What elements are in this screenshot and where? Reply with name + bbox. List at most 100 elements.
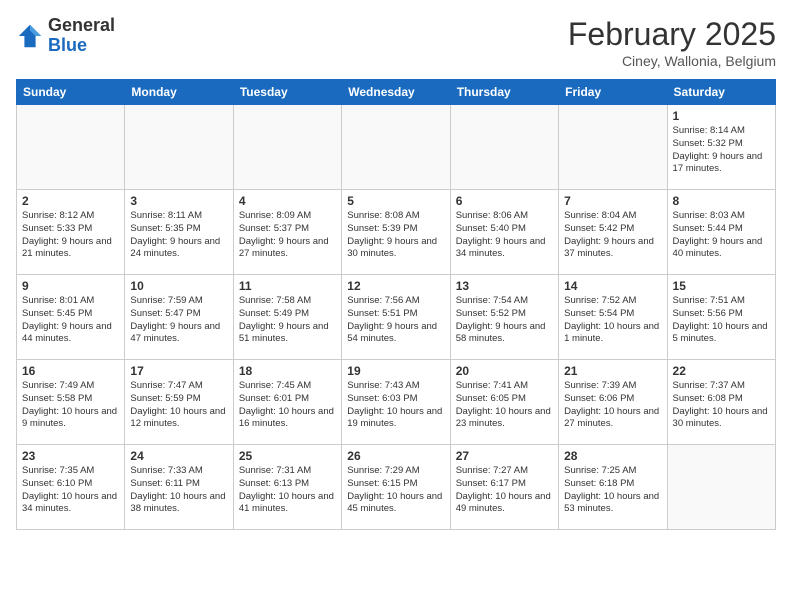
day-info: Sunrise: 7:27 AM Sunset: 6:17 PM Dayligh…	[456, 465, 553, 516]
weekday-header-tuesday: Tuesday	[233, 80, 341, 105]
day-number: 24	[130, 449, 227, 463]
calendar-cell: 23 Sunrise: 7:35 AM Sunset: 6:10 PM Dayli…	[17, 445, 125, 530]
day-info: Sunrise: 7:25 AM Sunset: 6:18 PM Dayligh…	[564, 465, 661, 516]
calendar-cell	[17, 105, 125, 190]
day-info: Sunrise: 7:41 AM Sunset: 6:05 PM Dayligh…	[456, 380, 553, 431]
day-info: Sunrise: 7:49 AM Sunset: 5:58 PM Dayligh…	[22, 380, 119, 431]
day-number: 11	[239, 279, 336, 293]
weekday-header-sunday: Sunday	[17, 80, 125, 105]
day-info: Sunrise: 7:58 AM Sunset: 5:49 PM Dayligh…	[239, 295, 336, 346]
day-number: 18	[239, 364, 336, 378]
calendar-cell: 28 Sunrise: 7:25 AM Sunset: 6:18 PM Dayli…	[559, 445, 667, 530]
calendar-cell: 2 Sunrise: 8:12 AM Sunset: 5:33 PM Daylig…	[17, 190, 125, 275]
day-number: 27	[456, 449, 553, 463]
logo-general-text: General	[48, 16, 115, 36]
calendar-cell: 18 Sunrise: 7:45 AM Sunset: 6:01 PM Dayli…	[233, 360, 341, 445]
day-info: Sunrise: 7:45 AM Sunset: 6:01 PM Dayligh…	[239, 380, 336, 431]
day-info: Sunrise: 7:33 AM Sunset: 6:11 PM Dayligh…	[130, 465, 227, 516]
calendar-cell: 26 Sunrise: 7:29 AM Sunset: 6:15 PM Dayli…	[342, 445, 450, 530]
location-text: Ciney, Wallonia, Belgium	[568, 53, 776, 69]
title-block: February 2025 Ciney, Wallonia, Belgium	[568, 16, 776, 69]
logo-text: General Blue	[48, 16, 115, 56]
weekday-header-wednesday: Wednesday	[342, 80, 450, 105]
day-info: Sunrise: 8:09 AM Sunset: 5:37 PM Dayligh…	[239, 210, 336, 261]
calendar-cell: 3Sunrise: 8:11 AM Sunset: 5:35 PM Daylig…	[125, 190, 233, 275]
logo-blue-text: Blue	[48, 36, 115, 56]
day-number: 15	[673, 279, 770, 293]
weekday-header-thursday: Thursday	[450, 80, 558, 105]
calendar-cell: 11 Sunrise: 7:58 AM Sunset: 5:49 PM Dayli…	[233, 275, 341, 360]
calendar-cell: 14 Sunrise: 7:52 AM Sunset: 5:54 PM Dayli…	[559, 275, 667, 360]
day-number: 1	[673, 109, 770, 123]
day-info: Sunrise: 8:06 AM Sunset: 5:40 PM Dayligh…	[456, 210, 553, 261]
logo-icon	[16, 22, 44, 50]
day-number: 20	[456, 364, 553, 378]
day-number: 25	[239, 449, 336, 463]
day-number: 14	[564, 279, 661, 293]
day-info: Sunrise: 7:37 AM Sunset: 6:08 PM Dayligh…	[673, 380, 770, 431]
day-number: 5	[347, 194, 444, 208]
page-header: General Blue February 2025 Ciney, Wallon…	[16, 16, 776, 69]
day-info: Sunrise: 7:39 AM Sunset: 6:06 PM Dayligh…	[564, 380, 661, 431]
weekday-header-monday: Monday	[125, 80, 233, 105]
day-info: Sunrise: 7:35 AM Sunset: 6:10 PM Dayligh…	[22, 465, 119, 516]
day-number: 19	[347, 364, 444, 378]
calendar-cell	[559, 105, 667, 190]
weekday-header-row: SundayMondayTuesdayWednesdayThursdayFrid…	[17, 80, 776, 105]
day-info: Sunrise: 7:59 AM Sunset: 5:47 PM Dayligh…	[130, 295, 227, 346]
day-number: 6	[456, 194, 553, 208]
day-info: Sunrise: 7:31 AM Sunset: 6:13 PM Dayligh…	[239, 465, 336, 516]
day-number: 17	[130, 364, 227, 378]
day-number: 10	[130, 279, 227, 293]
day-info: Sunrise: 7:29 AM Sunset: 6:15 PM Dayligh…	[347, 465, 444, 516]
day-info: Sunrise: 8:03 AM Sunset: 5:44 PM Dayligh…	[673, 210, 770, 261]
day-info: Sunrise: 7:47 AM Sunset: 5:59 PM Dayligh…	[130, 380, 227, 431]
calendar-cell	[667, 445, 775, 530]
calendar-cell: 17 Sunrise: 7:47 AM Sunset: 5:59 PM Dayli…	[125, 360, 233, 445]
calendar-cell	[342, 105, 450, 190]
day-number: 8	[673, 194, 770, 208]
calendar-cell: 6 Sunrise: 8:06 AM Sunset: 5:40 PM Daylig…	[450, 190, 558, 275]
week-row-1: 1 Sunrise: 8:14 AM Sunset: 5:32 PM Daylig…	[17, 105, 776, 190]
day-number: 22	[673, 364, 770, 378]
calendar-cell: 25 Sunrise: 7:31 AM Sunset: 6:13 PM Dayli…	[233, 445, 341, 530]
day-info: Sunrise: 8:12 AM Sunset: 5:33 PM Dayligh…	[22, 210, 119, 261]
calendar-cell: 5 Sunrise: 8:08 AM Sunset: 5:39 PM Daylig…	[342, 190, 450, 275]
day-info: Sunrise: 8:14 AM Sunset: 5:32 PM Dayligh…	[673, 125, 770, 176]
day-number: 28	[564, 449, 661, 463]
calendar-table: SundayMondayTuesdayWednesdayThursdayFrid…	[16, 79, 776, 530]
week-row-4: 16 Sunrise: 7:49 AM Sunset: 5:58 PM Dayli…	[17, 360, 776, 445]
week-row-2: 2 Sunrise: 8:12 AM Sunset: 5:33 PM Daylig…	[17, 190, 776, 275]
day-info: Sunrise: 7:54 AM Sunset: 5:52 PM Dayligh…	[456, 295, 553, 346]
calendar-cell: 7Sunrise: 8:04 AM Sunset: 5:42 PM Daylig…	[559, 190, 667, 275]
week-row-5: 23 Sunrise: 7:35 AM Sunset: 6:10 PM Dayli…	[17, 445, 776, 530]
day-info: Sunrise: 8:04 AM Sunset: 5:42 PM Dayligh…	[564, 210, 661, 261]
calendar-cell	[233, 105, 341, 190]
calendar-cell	[450, 105, 558, 190]
day-number: 26	[347, 449, 444, 463]
month-title: February 2025	[568, 16, 776, 53]
calendar-cell: 24 Sunrise: 7:33 AM Sunset: 6:11 PM Dayli…	[125, 445, 233, 530]
logo: General Blue	[16, 16, 115, 56]
day-number: 13	[456, 279, 553, 293]
calendar-cell: 8 Sunrise: 8:03 AM Sunset: 5:44 PM Daylig…	[667, 190, 775, 275]
day-info: Sunrise: 8:11 AM Sunset: 5:35 PM Dayligh…	[130, 210, 227, 261]
calendar-cell: 12Sunrise: 7:56 AM Sunset: 5:51 PM Dayli…	[342, 275, 450, 360]
day-info: Sunrise: 8:08 AM Sunset: 5:39 PM Dayligh…	[347, 210, 444, 261]
weekday-header-friday: Friday	[559, 80, 667, 105]
day-number: 12	[347, 279, 444, 293]
calendar-cell: 13 Sunrise: 7:54 AM Sunset: 5:52 PM Dayli…	[450, 275, 558, 360]
calendar-cell: 4 Sunrise: 8:09 AM Sunset: 5:37 PM Daylig…	[233, 190, 341, 275]
calendar-cell: 22 Sunrise: 7:37 AM Sunset: 6:08 PM Dayli…	[667, 360, 775, 445]
day-info: Sunrise: 8:01 AM Sunset: 5:45 PM Dayligh…	[22, 295, 119, 346]
day-number: 21	[564, 364, 661, 378]
day-number: 4	[239, 194, 336, 208]
calendar-cell: 21 Sunrise: 7:39 AM Sunset: 6:06 PM Dayli…	[559, 360, 667, 445]
day-number: 16	[22, 364, 119, 378]
day-number: 23	[22, 449, 119, 463]
day-info: Sunrise: 7:51 AM Sunset: 5:56 PM Dayligh…	[673, 295, 770, 346]
day-number: 2	[22, 194, 119, 208]
calendar-cell	[125, 105, 233, 190]
day-info: Sunrise: 7:52 AM Sunset: 5:54 PM Dayligh…	[564, 295, 661, 346]
calendar-cell: 20 Sunrise: 7:41 AM Sunset: 6:05 PM Dayli…	[450, 360, 558, 445]
